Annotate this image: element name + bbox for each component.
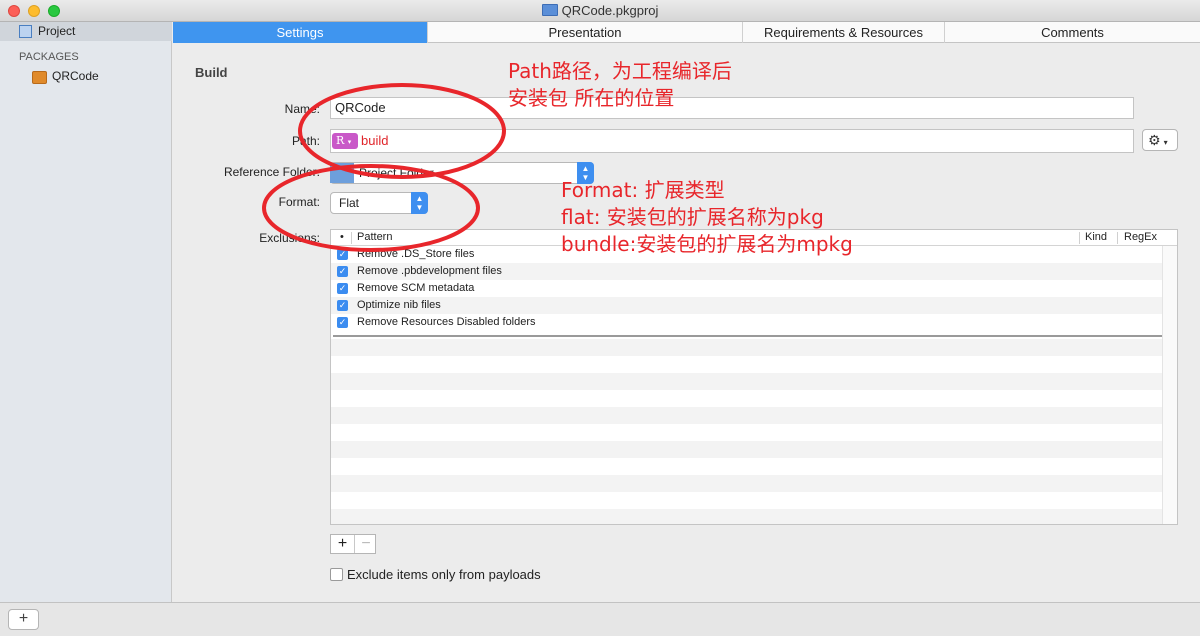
folder-icon bbox=[330, 163, 354, 183]
package-icon bbox=[32, 71, 47, 84]
empty-row bbox=[331, 509, 1163, 524]
row-checkbox[interactable]: ✓ bbox=[337, 249, 348, 260]
row-pattern: Remove SCM metadata bbox=[357, 282, 475, 294]
name-label: Name: bbox=[284, 102, 320, 116]
window-title: QRCode.pkgproj bbox=[561, 3, 659, 18]
column-header-enabled[interactable]: • bbox=[340, 230, 344, 246]
sidebar: Project PACKAGES QRCode bbox=[0, 22, 172, 602]
row-pattern: Remove Resources Disabled folders bbox=[357, 316, 536, 328]
tab-comments[interactable]: Comments bbox=[945, 22, 1200, 43]
reference-folder-popup[interactable]: Project Folder ▲ ▼ bbox=[330, 162, 594, 184]
path-options-button[interactable]: ⚙ ▾ bbox=[1142, 129, 1178, 151]
add-remove-control: + − bbox=[330, 534, 376, 554]
path-type-badge[interactable]: R ▾ bbox=[332, 133, 358, 149]
table-row[interactable]: ✓ Optimize nib files bbox=[331, 297, 1163, 314]
add-package-button[interactable]: + bbox=[8, 609, 39, 630]
tab-requirements-resources[interactable]: Requirements & Resources bbox=[743, 22, 945, 43]
gear-icon: ⚙ bbox=[1148, 132, 1161, 148]
exclude-payloads-label: Exclude items only from payloads bbox=[347, 567, 541, 582]
remove-exclusion-button[interactable]: − bbox=[354, 535, 378, 553]
tab-bar: Settings Presentation Requirements & Res… bbox=[173, 22, 1200, 43]
title-bar: QRCode.pkgproj bbox=[0, 0, 1200, 22]
name-field[interactable]: QRCode bbox=[330, 97, 1134, 119]
exclusions-table[interactable]: • Pattern Kind RegEx ✓ Remove .DS_Store … bbox=[330, 229, 1178, 525]
empty-row bbox=[331, 339, 1163, 356]
path-field[interactable] bbox=[330, 129, 1134, 153]
row-pattern: Remove .DS_Store files bbox=[357, 248, 475, 260]
document-icon bbox=[541, 4, 558, 16]
chevron-down-icon: ▾ bbox=[347, 138, 352, 146]
path-annotation: Path路径，为工程编译后 安装包 所在的位置 bbox=[508, 59, 732, 110]
sidebar-item-label: Project bbox=[38, 24, 76, 38]
row-pattern: Optimize nib files bbox=[357, 299, 441, 311]
bottom-bar: + bbox=[0, 602, 1200, 636]
empty-row bbox=[331, 407, 1163, 424]
add-exclusion-button[interactable]: + bbox=[331, 535, 355, 553]
column-header-regex[interactable]: RegEx bbox=[1124, 230, 1157, 246]
sidebar-item-qrcode[interactable]: QRCode bbox=[52, 69, 99, 83]
table-scrollbar[interactable] bbox=[1162, 246, 1177, 524]
format-value: Flat bbox=[339, 196, 360, 210]
packages-heading: PACKAGES bbox=[19, 51, 79, 63]
chevron-down-icon: ▾ bbox=[1163, 138, 1168, 147]
exclusions-label: Exclusions: bbox=[259, 231, 320, 245]
row-pattern: Remove .pbdevelopment files bbox=[357, 265, 502, 277]
reference-folder-label: Reference Folder: bbox=[223, 165, 320, 179]
tab-settings[interactable]: Settings bbox=[173, 22, 428, 43]
row-checkbox[interactable]: ✓ bbox=[337, 283, 348, 294]
empty-row bbox=[331, 441, 1163, 458]
column-header-kind[interactable]: Kind bbox=[1085, 230, 1107, 246]
reference-folder-value: Project Folder bbox=[359, 166, 434, 180]
table-row[interactable]: ✓ Remove SCM metadata bbox=[331, 280, 1163, 297]
empty-row bbox=[331, 475, 1163, 492]
tab-presentation[interactable]: Presentation bbox=[428, 22, 743, 43]
path-label: Path: bbox=[291, 134, 320, 148]
empty-row bbox=[331, 373, 1163, 390]
table-row[interactable]: ✓ Remove .pbdevelopment files bbox=[331, 263, 1163, 280]
project-icon bbox=[19, 25, 32, 38]
row-divider bbox=[333, 335, 1162, 337]
sidebar-item-project[interactable]: Project bbox=[0, 22, 172, 41]
row-checkbox[interactable]: ✓ bbox=[337, 317, 348, 328]
table-row[interactable]: ✓ Remove Resources Disabled folders bbox=[331, 314, 1163, 331]
row-checkbox[interactable]: ✓ bbox=[337, 300, 348, 311]
row-checkbox[interactable]: ✓ bbox=[337, 266, 348, 277]
section-title-build: Build bbox=[195, 65, 228, 80]
exclude-payloads-checkbox[interactable] bbox=[330, 568, 343, 581]
format-label: Format: bbox=[278, 195, 320, 209]
format-popup[interactable]: Flat ▲ ▼ bbox=[330, 192, 428, 214]
path-value: build bbox=[361, 133, 389, 148]
format-annotation: Format: 扩展类型 flat: 安装包的扩展名称为pkg bundle:安… bbox=[561, 178, 853, 256]
column-header-pattern[interactable]: Pattern bbox=[357, 230, 392, 246]
chevron-updown-icon: ▲ ▼ bbox=[411, 192, 428, 214]
